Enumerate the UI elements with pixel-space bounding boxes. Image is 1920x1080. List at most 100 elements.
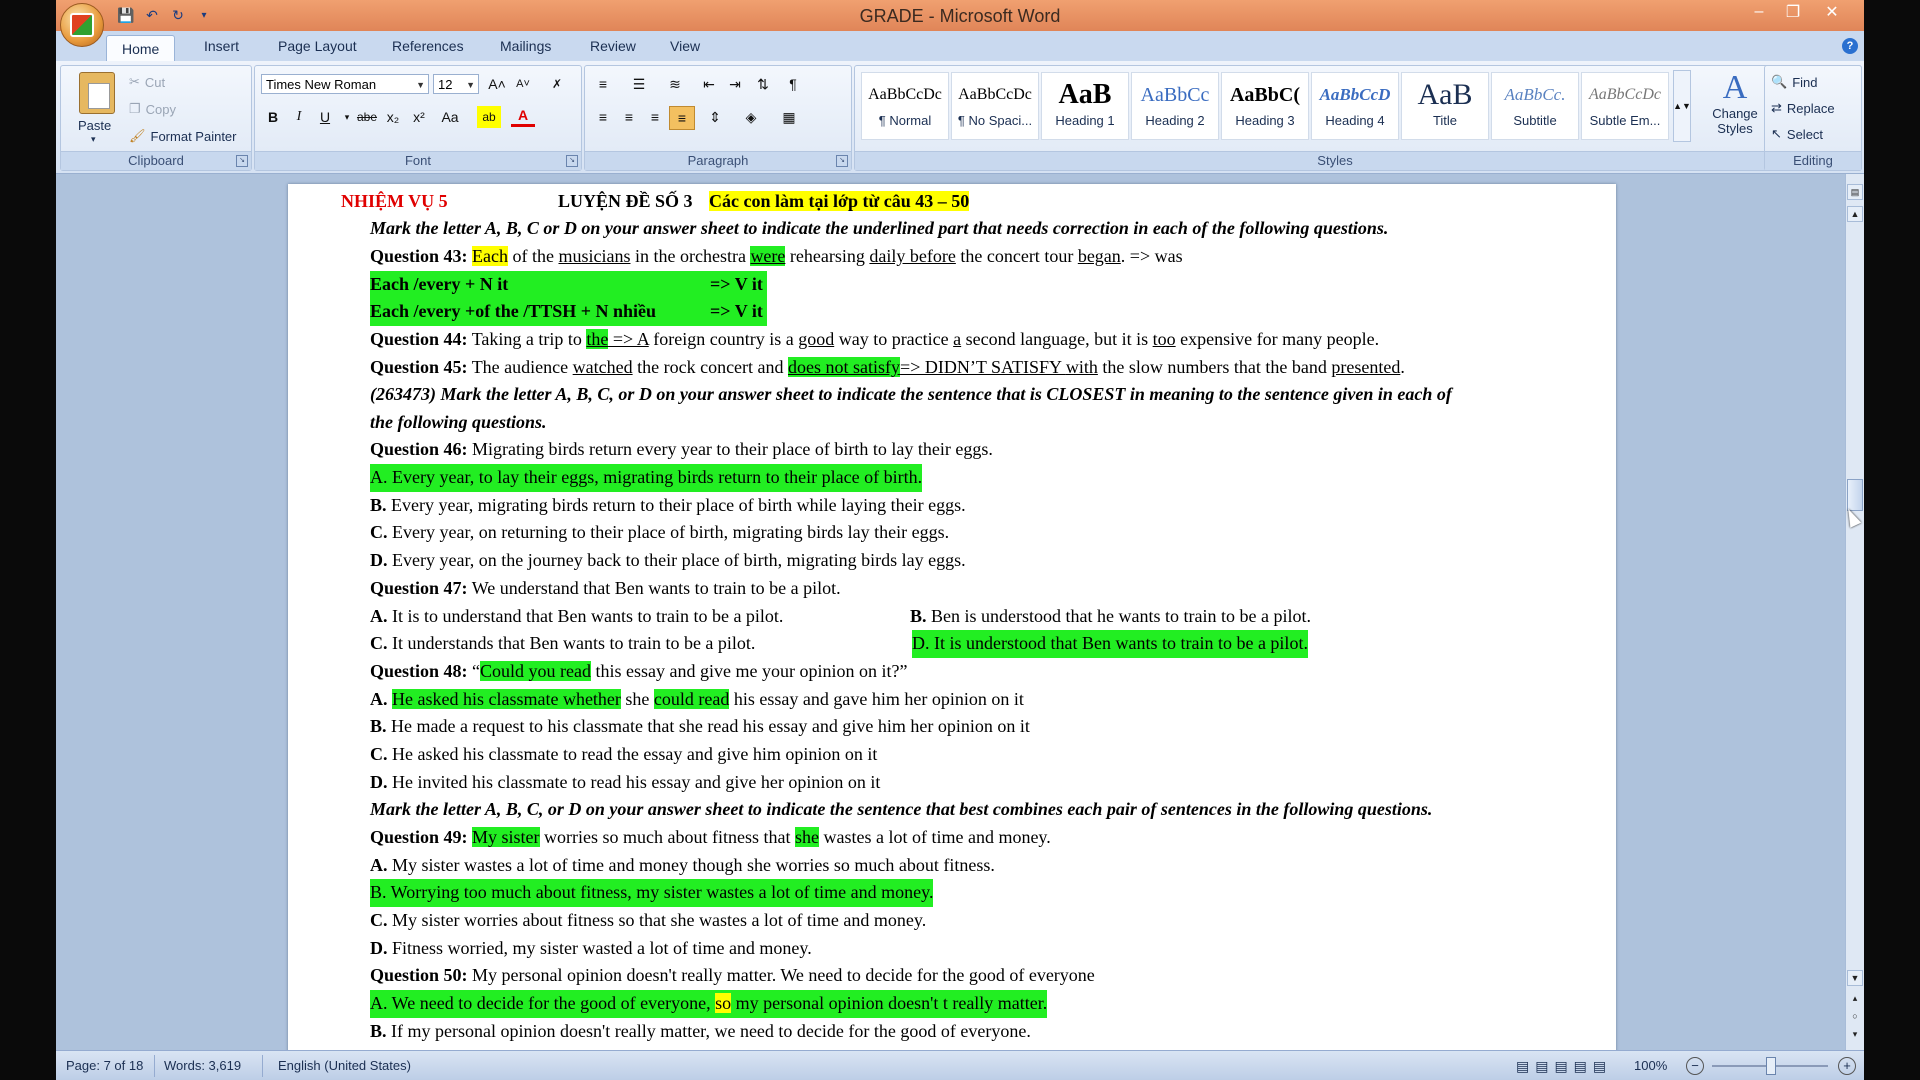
tab-view[interactable]: View	[670, 38, 700, 54]
option-letter: C.	[370, 633, 388, 653]
close-button[interactable]: ✕	[1810, 0, 1854, 24]
paste-dropdown-icon[interactable]: ▾	[91, 134, 96, 145]
option-text: Every year, migrating birds return to th…	[386, 495, 966, 515]
copy-button[interactable]: ❐ Copy	[129, 101, 176, 117]
view-buttons-icon[interactable]: ▤▤▤▤▤	[1516, 1058, 1612, 1075]
tab-insert[interactable]: Insert	[204, 38, 239, 54]
style-heading-3[interactable]: AaBbC(Heading 3	[1221, 72, 1309, 140]
zoom-level[interactable]: 100%	[1634, 1058, 1667, 1073]
replace-icon: ⇄	[1771, 100, 1782, 115]
tab-home[interactable]: Home	[106, 35, 176, 63]
tab-page-layout[interactable]: Page Layout	[278, 38, 357, 54]
align-left-icon[interactable]: ≡	[591, 106, 615, 128]
strikethrough-button[interactable]: abe	[355, 106, 379, 128]
superscript-button[interactable]: x²	[407, 106, 431, 128]
zoom-in-button[interactable]: +	[1838, 1057, 1856, 1075]
word-count[interactable]: Words: 3,619	[164, 1058, 241, 1073]
answer-option: A. It is to understand that Ben wants to…	[370, 603, 783, 631]
scroll-thumb[interactable]	[1847, 479, 1863, 511]
grow-font-button[interactable]: A˄	[485, 73, 509, 95]
tab-references[interactable]: References	[392, 38, 464, 54]
scroll-up-icon[interactable]: ▲	[1847, 206, 1863, 222]
select-browse-object-icon[interactable]: ○	[1847, 1008, 1863, 1024]
format-painter-button[interactable]: 🖌 Format Painter	[129, 128, 237, 144]
status-divider	[262, 1055, 263, 1077]
page-count[interactable]: Page: 7 of 18	[66, 1058, 143, 1073]
style-heading-1[interactable]: AaB Heading 1	[1041, 72, 1129, 140]
highlight-button[interactable]: ab	[477, 106, 501, 128]
font-color-button[interactable]: A	[511, 106, 535, 127]
select-button[interactable]: ↖ Select	[1771, 126, 1823, 142]
cut-button[interactable]: ✂ Cut	[129, 74, 165, 90]
sort-icon[interactable]: ⇅	[751, 73, 775, 95]
justify-icon[interactable]: ≡	[669, 106, 695, 130]
align-right-icon[interactable]: ≡	[643, 106, 667, 128]
paste-button[interactable]: Paste	[78, 118, 111, 133]
zoom-slider-thumb[interactable]	[1766, 1057, 1776, 1075]
minimize-button[interactable]: –	[1742, 0, 1776, 24]
bullets-icon[interactable]: ≡	[591, 73, 615, 95]
restore-button[interactable]: ❐	[1776, 0, 1810, 24]
style-normal[interactable]: AaBbCcDc ¶ Normal	[861, 72, 949, 140]
tab-mailings[interactable]: Mailings	[500, 38, 551, 54]
question-label: Question 50:	[370, 965, 468, 985]
language-indicator[interactable]: English (United States)	[278, 1058, 411, 1073]
change-case-button[interactable]: Aa	[435, 106, 465, 128]
style-heading-4[interactable]: AaBbCcD Heading 4	[1311, 72, 1399, 140]
italic-button[interactable]: I	[287, 106, 311, 128]
font-name-combo[interactable]: Times New Roman ▼	[261, 74, 429, 94]
ribbon: Paste ▾ ✂ Cut ❐ Copy 🖌 Format Painter Clipb…	[56, 61, 1864, 174]
change-styles-button[interactable]: A Change Styles	[1699, 70, 1771, 144]
question-text: rehearsing	[785, 246, 870, 266]
question-text: .	[1400, 357, 1405, 377]
vertical-scrollbar[interactable]: ▤ ▲ ▼ ▴ ○ ▾	[1845, 174, 1864, 1050]
select-label: Select	[1786, 126, 1824, 142]
style-subtitle[interactable]: AaBbCc. Subtitle	[1491, 72, 1579, 140]
zoom-out-button[interactable]: −	[1686, 1057, 1704, 1075]
style-heading-2[interactable]: AaBbCc Heading 2	[1131, 72, 1219, 140]
chevron-down-icon: ▼	[416, 80, 425, 90]
ruler-toggle-icon[interactable]: ▤	[1847, 184, 1863, 200]
numbering-icon[interactable]: ☰	[627, 73, 651, 95]
paragraph-launcher-icon[interactable]: ↘	[836, 155, 848, 167]
question-43: Question 43: Each of the musicians in th…	[370, 243, 1183, 271]
decrease-indent-icon[interactable]: ⇤	[697, 73, 721, 95]
style-name: Subtle Em...	[1589, 113, 1661, 128]
tab-review[interactable]: Review	[590, 38, 636, 54]
align-center-icon[interactable]: ≡	[617, 106, 641, 128]
shading-icon[interactable]: ◈	[739, 106, 763, 128]
help-icon[interactable]: ?	[1842, 38, 1858, 54]
styles-scroll-icon[interactable]: ▲▼	[1673, 70, 1691, 142]
binoculars-icon: 🔍	[1771, 74, 1788, 89]
office-button[interactable]	[60, 3, 104, 47]
style-subtle-emphasis[interactable]: AaBbCcDc Subtle Em...	[1581, 72, 1669, 140]
style-no-spacing[interactable]: AaBbCcDc ¶ No Spaci...	[951, 72, 1039, 140]
ribbon-tabs: Home Insert Page Layout References Maili…	[56, 31, 1864, 63]
subscript-button[interactable]: x₂	[381, 106, 405, 128]
shrink-font-button[interactable]: A˅	[511, 73, 535, 95]
replace-button[interactable]: ⇄ Replace	[1771, 100, 1835, 116]
show-formatting-button[interactable]: ¶	[781, 73, 805, 95]
find-button[interactable]: 🔍 Find	[1771, 74, 1817, 90]
status-bar: Page: 7 of 18 Words: 3,619 English (Unit…	[56, 1050, 1864, 1080]
underline-button[interactable]: U	[313, 106, 337, 128]
clipboard-launcher-icon[interactable]: ↘	[236, 155, 248, 167]
window-title: GRADE - Microsoft Word	[859, 6, 1061, 26]
document-page[interactable]: NHIỆM VỤ 5 LUYỆN ĐỀ SỐ 3 Các con làm tại…	[288, 184, 1616, 1050]
clear-formatting-icon[interactable]: ✗	[545, 73, 569, 95]
scroll-down-icon[interactable]: ▼	[1847, 970, 1863, 986]
multilevel-list-icon[interactable]: ≋	[663, 73, 687, 95]
increase-indent-icon[interactable]: ⇥	[723, 73, 747, 95]
next-page-icon[interactable]: ▾	[1847, 1026, 1863, 1042]
style-sample: AaBbCcDc	[1589, 86, 1661, 103]
option-letter: B.	[910, 606, 927, 626]
font-size-combo[interactable]: 12 ▼	[433, 74, 479, 94]
line-spacing-icon[interactable]: ⇕	[703, 106, 727, 128]
replace-label: Replace	[1786, 100, 1835, 116]
borders-icon[interactable]: ▦	[777, 106, 801, 128]
bold-button[interactable]: B	[261, 106, 285, 128]
previous-page-icon[interactable]: ▴	[1847, 990, 1863, 1006]
font-launcher-icon[interactable]: ↘	[566, 155, 578, 167]
style-title[interactable]: AaB Title	[1401, 72, 1489, 140]
paste-icon[interactable]	[79, 72, 115, 114]
